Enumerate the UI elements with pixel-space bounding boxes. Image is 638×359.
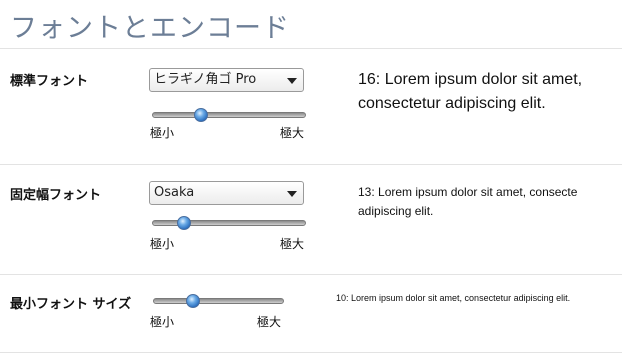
fixed-font-size-slider[interactable] [152, 216, 306, 230]
standard-font-size-slider[interactable] [152, 108, 306, 122]
slider-track [153, 298, 284, 304]
max-size-label: 極大 [257, 315, 282, 329]
fixed-font-preview: 13: Lorem ipsum dolor sit amet, consecte… [358, 183, 577, 221]
fixed-font-label: 固定幅フォント [10, 188, 102, 203]
minimum-font-size-slider[interactable] [153, 294, 284, 308]
min-size-label: 極小 [150, 315, 175, 329]
divider [0, 274, 622, 275]
max-size-label: 極大 [280, 237, 305, 251]
standard-font-popup-value: ヒラギノ角ゴ Pro [154, 72, 257, 87]
minimum-font-size-label: 最小フォント サイズ [10, 297, 132, 312]
preview-line: 16: Lorem ipsum dolor sit amet, [358, 71, 583, 88]
divider [0, 164, 622, 165]
slider-knob[interactable] [186, 294, 201, 308]
minimum-font-preview: 10: Lorem ipsum dolor sit amet, consecte… [336, 293, 571, 303]
standard-font-label: 標準フォント [10, 74, 89, 89]
max-size-label: 極大 [280, 126, 305, 140]
fixed-font-popup-value: Osaka [154, 185, 195, 200]
divider [0, 48, 622, 49]
min-size-label: 極小 [150, 237, 175, 251]
preview-line: adipiscing elit. [358, 204, 434, 218]
min-size-label: 極小 [150, 126, 175, 140]
preview-line: 13: Lorem ipsum dolor sit amet, consecte [358, 185, 578, 199]
preview-line: consectetur adipiscing elit. [358, 95, 546, 112]
slider-knob[interactable] [176, 216, 191, 230]
chevron-down-icon [287, 191, 297, 197]
slider-knob[interactable] [193, 108, 208, 122]
standard-font-popup[interactable]: ヒラギノ角ゴ Pro [149, 68, 304, 92]
slider-track [152, 112, 306, 118]
slider-track [152, 220, 306, 226]
fixed-font-popup[interactable]: Osaka [149, 181, 304, 205]
page-title: フォントとエンコード [10, 13, 290, 44]
divider [0, 352, 622, 353]
standard-font-preview: 16: Lorem ipsum dolor sit amet, consecte… [358, 68, 582, 116]
chevron-down-icon [287, 78, 297, 84]
